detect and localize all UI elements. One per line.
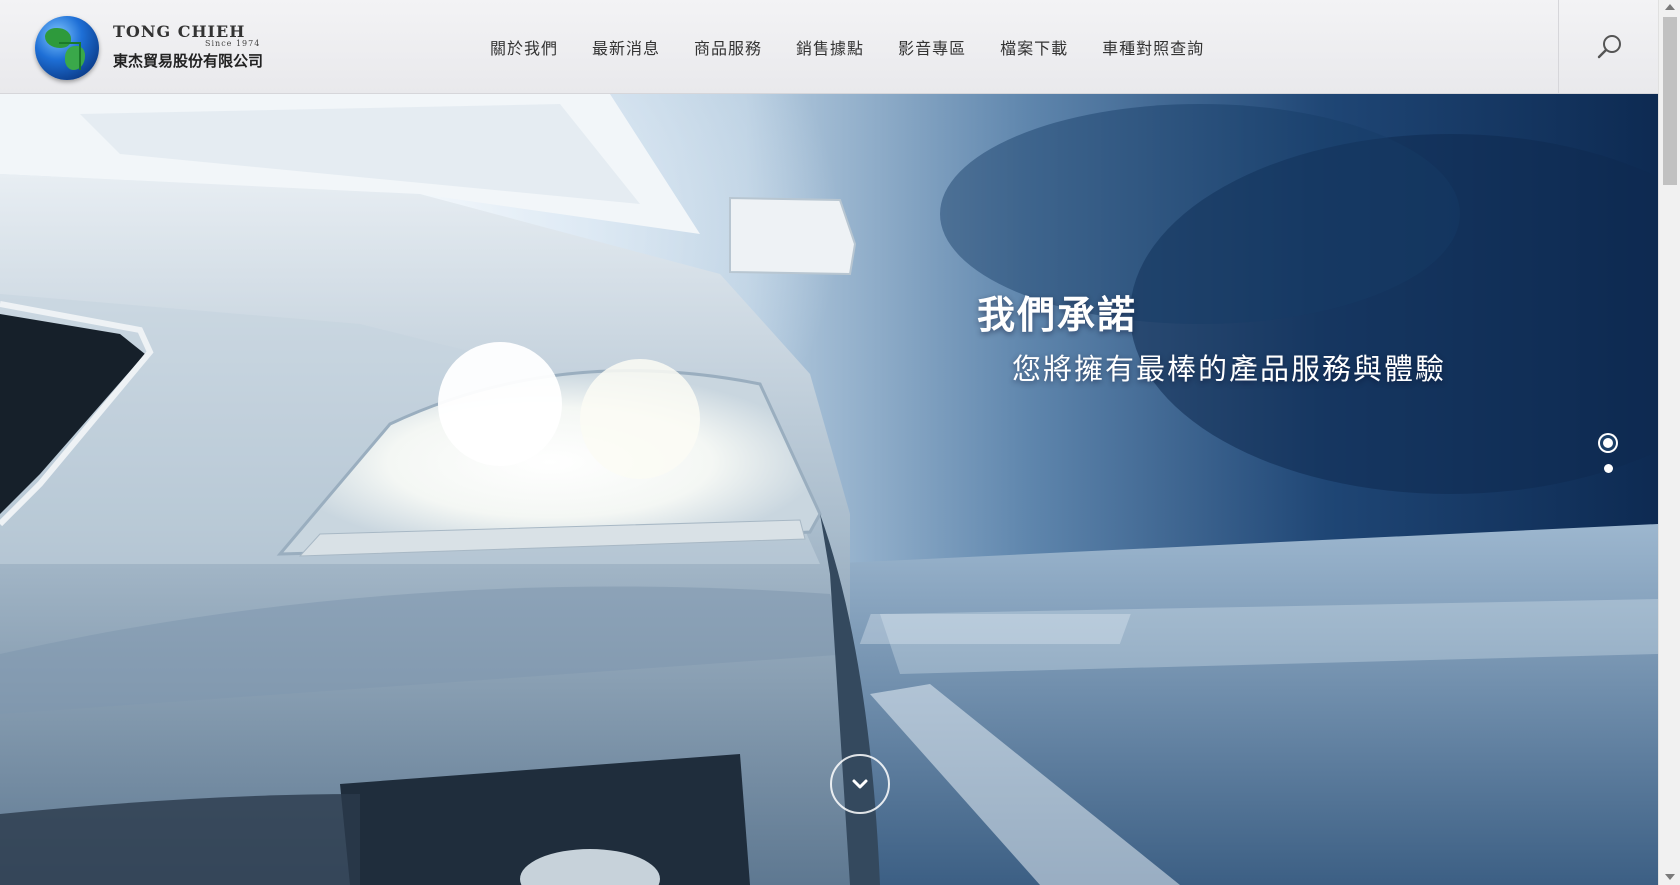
logo-since: Since 1974: [205, 39, 261, 48]
main-nav: 關於我們 最新消息 商品服務 銷售據點 影音專區 檔案下載 車種對照查詢: [490, 0, 1204, 94]
page: TONG CHIEH Since 1974 東杰貿易股份有限公司 關於我們 最新…: [0, 0, 1658, 885]
slider-dot-2[interactable]: [1603, 464, 1613, 473]
nav-item-downloads[interactable]: 檔案下載: [1000, 35, 1068, 59]
globe-logo-icon: [35, 16, 99, 80]
nav-item-media[interactable]: 影音專區: [898, 35, 966, 59]
scroll-down-arrow-icon[interactable]: [1665, 874, 1675, 880]
logo-chinese-name: 東杰貿易股份有限公司: [113, 52, 264, 70]
nav-item-vehicle-lookup[interactable]: 車種對照查詢: [1102, 35, 1204, 59]
scroll-up-arrow-icon[interactable]: [1665, 4, 1675, 10]
chevron-down-icon: [852, 779, 868, 789]
search-area: [1558, 0, 1658, 94]
nav-item-locations[interactable]: 銷售據點: [796, 35, 864, 59]
nav-item-about[interactable]: 關於我們: [490, 35, 558, 59]
nav-item-products[interactable]: 商品服務: [694, 35, 762, 59]
nav-item-news[interactable]: 最新消息: [592, 35, 660, 59]
site-header: TONG CHIEH Since 1974 東杰貿易股份有限公司 關於我們 最新…: [0, 0, 1658, 94]
slider-pagination: [1598, 438, 1618, 489]
scroll-down-button[interactable]: [830, 754, 890, 814]
company-logo[interactable]: TONG CHIEH Since 1974 東杰貿易股份有限公司: [35, 14, 275, 80]
hero-slider: 我們承諾 您將擁有最棒的產品服務與體驗: [0, 94, 1658, 885]
slider-dot-1[interactable]: [1603, 438, 1613, 448]
search-icon[interactable]: [1597, 34, 1623, 60]
page-scrollbar[interactable]: [1658, 0, 1680, 885]
hero-car-image: [0, 94, 1658, 885]
hero-subtitle: 您將擁有最棒的產品服務與體驗: [1012, 352, 1447, 386]
scrollbar-thumb[interactable]: [1663, 17, 1677, 185]
hero-title: 我們承諾: [977, 293, 1138, 337]
